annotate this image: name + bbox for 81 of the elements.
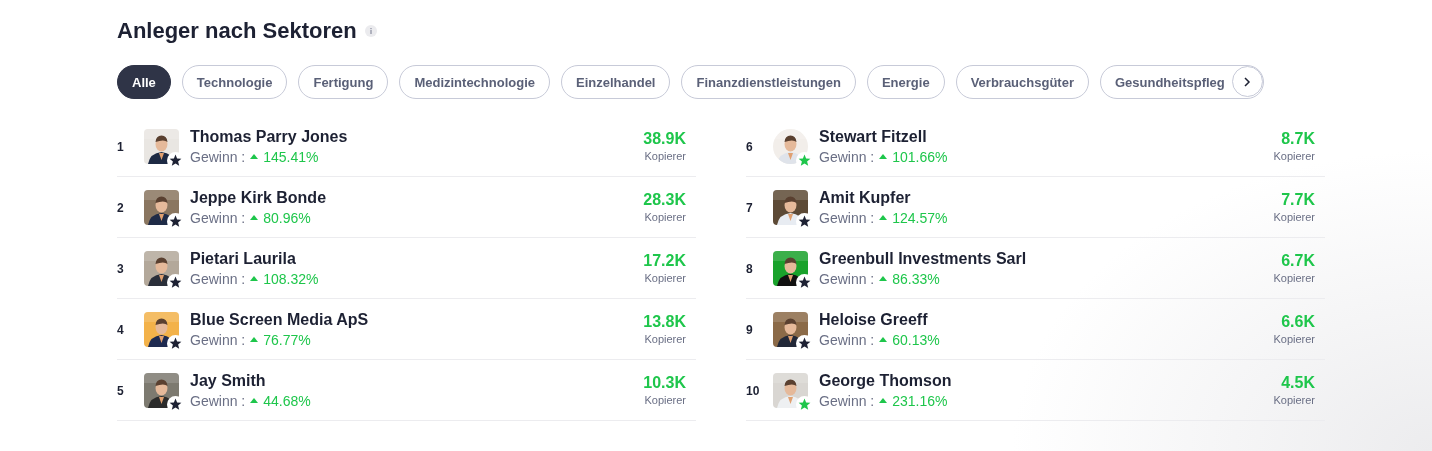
gain-value: 108.32% [263, 270, 319, 287]
caret-up-icon [879, 276, 888, 281]
gain-value: 231.16% [892, 392, 948, 409]
gain-label: Gewinn : [190, 148, 246, 165]
investor-name[interactable]: Greenbull Investments Sarl [819, 249, 1274, 268]
copiers-label: Kopierer [644, 333, 686, 345]
investor-name[interactable]: Jay Smith [190, 371, 644, 390]
copiers-count: 38.9K [643, 130, 686, 148]
rank-number: 2 [117, 200, 125, 215]
sector-chip[interactable]: Technologie [181, 65, 288, 99]
copiers-label: Kopierer [644, 150, 686, 162]
gain-value: 101.66% [892, 148, 948, 165]
copiers-label: Kopierer [1273, 150, 1315, 162]
investor-name[interactable]: Amit Kupfer [819, 188, 1274, 207]
rank-number: 1 [117, 139, 125, 154]
caret-up-icon [250, 276, 259, 281]
gain-value: 86.33% [892, 270, 940, 287]
rank-number: 4 [117, 322, 125, 337]
rank-number: 7 [746, 200, 754, 215]
gain-value: 76.77% [263, 331, 311, 348]
copiers-count: 13.8K [643, 313, 686, 331]
investor-name[interactable]: Stewart Fitzell [819, 127, 1274, 146]
copiers-label: Kopierer [644, 394, 686, 406]
gain-label: Gewinn : [190, 331, 246, 348]
copiers-count: 8.7K [1281, 130, 1315, 148]
gain-label: Gewinn : [819, 148, 875, 165]
gain-value: 80.96% [263, 209, 311, 226]
gain-value: 60.13% [892, 331, 940, 348]
copiers-count: 28.3K [643, 191, 686, 209]
sector-chip[interactable]: Medizintechnologie [399, 65, 550, 99]
copiers-label: Kopierer [1273, 394, 1315, 406]
copiers-count: 6.7K [1281, 252, 1315, 270]
copiers-count: 4.5K [1281, 374, 1315, 392]
sector-chip[interactable]: Verbrauchsgüter [955, 65, 1089, 99]
gain-value: 44.68% [263, 392, 311, 409]
caret-up-icon [879, 337, 888, 342]
sector-chip[interactable]: Einzelhandel [561, 65, 671, 99]
copiers-count: 10.3K [643, 374, 686, 392]
copiers-count: 7.7K [1281, 191, 1315, 209]
caret-up-icon [879, 215, 888, 220]
rank-number: 8 [746, 261, 754, 276]
gain-label: Gewinn : [819, 392, 875, 409]
sector-chip[interactable]: Fertigung [298, 65, 389, 99]
investor-name[interactable]: Heloise Greeff [819, 310, 1274, 329]
gain-label: Gewinn : [819, 331, 875, 348]
caret-up-icon [879, 154, 888, 159]
sector-chip[interactable]: Finanzdienstleistungen [681, 65, 856, 99]
caret-up-icon [250, 215, 259, 220]
caret-up-icon [250, 398, 259, 403]
investor-name[interactable]: Blue Screen Media ApS [190, 310, 644, 329]
gain-label: Gewinn : [819, 270, 875, 287]
caret-up-icon [250, 337, 259, 342]
investor-name[interactable]: Thomas Parry Jones [190, 127, 644, 146]
rank-number: 9 [746, 322, 754, 337]
gain-label: Gewinn : [190, 209, 246, 226]
sector-chip[interactable]: Alle [117, 65, 171, 99]
copiers-label: Kopierer [1273, 211, 1315, 223]
caret-up-icon [879, 398, 888, 403]
gain-value: 145.41% [263, 148, 319, 165]
rank-number: 10 [746, 383, 761, 398]
copiers-count: 17.2K [643, 252, 686, 270]
gain-value: 124.57% [892, 209, 948, 226]
sector-chip[interactable]: Energie [866, 65, 945, 99]
info-icon[interactable] [364, 25, 377, 37]
investor-name[interactable]: George Thomson [819, 371, 1274, 390]
gain-label: Gewinn : [819, 209, 875, 226]
copiers-label: Kopierer [1273, 272, 1315, 284]
rank-number: 5 [117, 383, 125, 398]
copiers-count: 6.6K [1281, 313, 1315, 331]
chevron-right-icon [1243, 76, 1252, 87]
gain-label: Gewinn : [190, 392, 246, 409]
copiers-label: Kopierer [644, 272, 686, 284]
gain-label: Gewinn : [190, 270, 246, 287]
investor-name[interactable]: Jeppe Kirk Bonde [190, 188, 644, 207]
copiers-label: Kopierer [1273, 333, 1315, 345]
rank-number: 6 [746, 139, 754, 154]
section-title: Anleger nach Sektoren [117, 18, 357, 44]
copiers-label: Kopierer [644, 211, 686, 223]
investor-name[interactable]: Pietari Laurila [190, 249, 644, 268]
caret-up-icon [250, 154, 259, 159]
rank-number: 3 [117, 261, 125, 276]
